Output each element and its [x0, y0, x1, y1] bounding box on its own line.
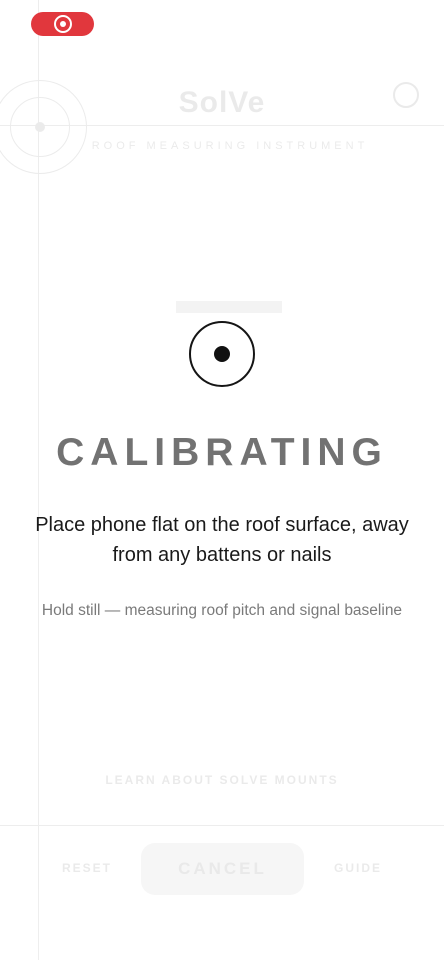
header-divider [0, 125, 444, 126]
reset-button: RESET [62, 861, 113, 875]
learn-more-link: LEARN ABOUT SOLVE MOUNTS [105, 773, 339, 787]
cancel-button[interactable]: CANCEL [141, 843, 304, 895]
background-app: SolVe ROOF MEASURING INSTRUMENT LEARN AB… [0, 0, 444, 960]
calibration-subtext: Hold still — measuring roof pitch and si… [41, 602, 403, 619]
calibration-instruction: Place phone flat on the roof surface, aw… [35, 514, 409, 566]
footer-divider [0, 825, 444, 826]
target-icon [189, 321, 255, 387]
guide-line-vertical [38, 0, 39, 960]
record-icon [54, 15, 72, 33]
crosshair-icon [0, 80, 87, 174]
progress-placeholder [176, 301, 282, 313]
profile-icon [393, 82, 419, 108]
app-logo: SolVe [178, 86, 266, 119]
app-subtitle: ROOF MEASURING INSTRUMENT [91, 140, 369, 152]
guide-button: GUIDE [334, 861, 383, 875]
recording-indicator[interactable] [31, 12, 94, 36]
calibrating-title: CALIBRATING [56, 431, 388, 474]
